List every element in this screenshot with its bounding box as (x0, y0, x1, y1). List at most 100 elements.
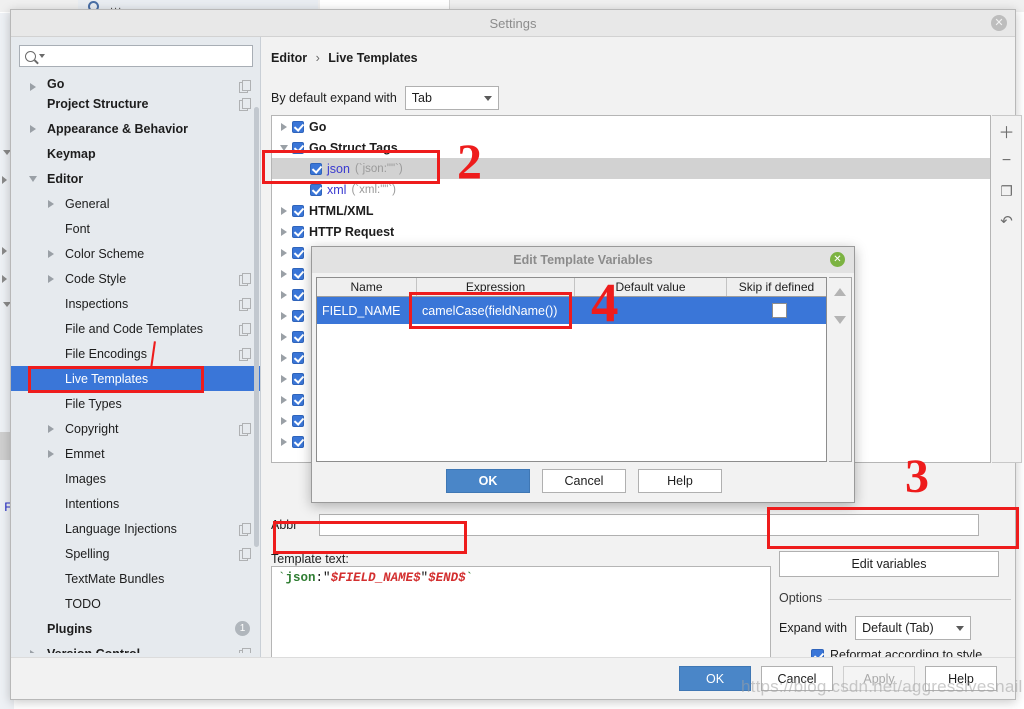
template-enabled-checkbox[interactable] (292, 372, 304, 385)
sidebar-item-file-types[interactable]: File Types (11, 391, 260, 416)
sidebar-item-version-control[interactable]: Version Control (11, 641, 260, 653)
nav-scrollbar[interactable] (253, 67, 260, 615)
template-enabled-checkbox[interactable] (292, 267, 304, 280)
template-row-go-struct-tags[interactable]: Go Struct Tags (272, 137, 990, 158)
chevron-right-icon[interactable] (43, 249, 59, 258)
sidebar-item-file-encodings[interactable]: File Encodings (11, 341, 260, 366)
sidebar-item-plugins[interactable]: Plugins 1 (11, 616, 260, 641)
chevron-right-icon[interactable] (276, 206, 292, 215)
copy-settings-icon[interactable] (239, 98, 251, 111)
chevron-right-icon[interactable] (43, 449, 59, 458)
nav-scrollbar-thumb[interactable] (254, 107, 259, 547)
copy-settings-icon[interactable] (239, 423, 251, 436)
template-enabled-checkbox[interactable] (292, 225, 304, 238)
template-enabled-checkbox[interactable] (292, 141, 304, 154)
template-enabled-checkbox[interactable] (292, 393, 304, 406)
template-enabled-checkbox[interactable] (292, 120, 304, 133)
template-enabled-checkbox[interactable] (292, 330, 304, 343)
chevron-right-icon[interactable] (276, 395, 292, 404)
template-row-go[interactable]: Go (272, 116, 990, 137)
remove-template-button[interactable]: − (992, 146, 1021, 176)
template-enabled-checkbox[interactable] (292, 288, 304, 301)
chevron-right-icon[interactable] (276, 374, 292, 383)
sidebar-item-keymap[interactable]: Keymap (11, 141, 260, 166)
sidebar-item-emmet[interactable]: Emmet (11, 441, 260, 466)
close-icon[interactable]: ✕ (991, 15, 1007, 31)
template-text-editor[interactable]: `json:"$FIELD_NAME$"$END$` (271, 566, 771, 666)
sidebar-item-editor[interactable]: Editor (11, 166, 260, 191)
sidebar-item-textmate-bundles[interactable]: TextMate Bundles (11, 566, 260, 591)
chevron-right-icon[interactable] (276, 437, 292, 446)
copy-settings-icon[interactable] (239, 348, 251, 361)
chevron-right-icon[interactable] (276, 248, 292, 257)
template-row-json[interactable]: json (`json:""`) (272, 158, 990, 179)
close-icon[interactable]: ✕ (830, 252, 845, 267)
expand-with-combo[interactable]: Default (Tab) (855, 616, 972, 640)
ok-button[interactable]: OK (679, 666, 751, 691)
move-up-button[interactable] (829, 278, 851, 306)
template-enabled-checkbox[interactable] (310, 183, 322, 196)
skip-if-defined-checkbox[interactable] (771, 303, 787, 318)
template-row-xml[interactable]: xml (`xml:""`) (272, 179, 990, 200)
default-expand-combo[interactable]: Tab (404, 86, 499, 110)
edit-variables-button[interactable]: Edit variables (779, 551, 999, 577)
template-enabled-checkbox[interactable] (292, 246, 304, 259)
sidebar-item-font[interactable]: Font (11, 216, 260, 241)
chevron-right-icon[interactable] (25, 83, 41, 91)
sidebar-item-live-templates[interactable]: Live Templates (11, 366, 260, 391)
copy-settings-icon[interactable] (239, 273, 251, 286)
cancel-button[interactable]: Cancel (761, 666, 833, 691)
search-input[interactable] (45, 48, 247, 64)
template-enabled-checkbox[interactable] (292, 309, 304, 322)
template-row-html-xml[interactable]: HTML/XML (272, 200, 990, 221)
move-down-button[interactable] (829, 306, 851, 334)
chevron-right-icon[interactable] (43, 199, 59, 208)
sidebar-item-todo[interactable]: TODO (11, 591, 260, 616)
template-enabled-checkbox[interactable] (292, 435, 304, 448)
chevron-right-icon[interactable] (276, 332, 292, 341)
copy-settings-icon[interactable] (239, 298, 251, 311)
chevron-right-icon[interactable] (276, 227, 292, 236)
etv-cancel-button[interactable]: Cancel (542, 469, 626, 493)
sidebar-item-file-and-code-templates[interactable]: File and Code Templates (11, 316, 260, 341)
sidebar-item-copyright[interactable]: Copyright (11, 416, 260, 441)
search-box[interactable] (19, 45, 253, 67)
copy-settings-icon[interactable] (239, 648, 251, 653)
etv-cell-skip[interactable] (727, 297, 826, 324)
chevron-right-icon[interactable] (276, 269, 292, 278)
help-button[interactable]: Help (925, 666, 997, 691)
sidebar-item-project-structure[interactable]: Project Structure (11, 91, 260, 116)
etv-cell-name[interactable]: FIELD_NAME (317, 297, 417, 324)
etv-cell-default[interactable] (575, 297, 727, 324)
breadcrumb-root[interactable]: Editor (271, 51, 307, 65)
copy-settings-icon[interactable] (239, 80, 251, 93)
chevron-right-icon[interactable] (43, 274, 59, 283)
chevron-right-icon[interactable] (25, 649, 41, 653)
copy-settings-icon[interactable] (239, 548, 251, 561)
template-enabled-checkbox[interactable] (310, 162, 322, 175)
chevron-right-icon[interactable] (43, 424, 59, 433)
sidebar-item-appearance-behavior[interactable]: Appearance & Behavior (11, 116, 260, 141)
template-enabled-checkbox[interactable] (292, 204, 304, 217)
template-enabled-checkbox[interactable] (292, 414, 304, 427)
sidebar-item-general[interactable]: General (11, 191, 260, 216)
etv-table-row[interactable]: FIELD_NAME camelCase(fieldName()) (317, 297, 826, 324)
chevron-down-icon[interactable] (276, 144, 292, 151)
etv-table[interactable]: Name Expression Default value Skip if de… (316, 277, 827, 462)
sidebar-item-language-injections[interactable]: Language Injections (11, 516, 260, 541)
chevron-right-icon[interactable] (276, 416, 292, 425)
copy-settings-icon[interactable] (239, 523, 251, 536)
sidebar-item-code-style[interactable]: Code Style (11, 266, 260, 291)
sidebar-item-images[interactable]: Images (11, 466, 260, 491)
template-enabled-checkbox[interactable] (292, 351, 304, 364)
chevron-right-icon[interactable] (276, 353, 292, 362)
sidebar-item-go[interactable]: Go (11, 73, 260, 93)
chevron-down-icon[interactable] (25, 175, 41, 182)
sidebar-item-spelling[interactable]: Spelling (11, 541, 260, 566)
sidebar-item-intentions[interactable]: Intentions (11, 491, 260, 516)
template-row-http-request[interactable]: HTTP Request (272, 221, 990, 242)
etv-help-button[interactable]: Help (638, 469, 722, 493)
etv-cell-expression[interactable]: camelCase(fieldName()) (417, 297, 575, 324)
chevron-right-icon[interactable] (25, 124, 41, 133)
duplicate-template-button[interactable]: ❐ (992, 176, 1021, 206)
